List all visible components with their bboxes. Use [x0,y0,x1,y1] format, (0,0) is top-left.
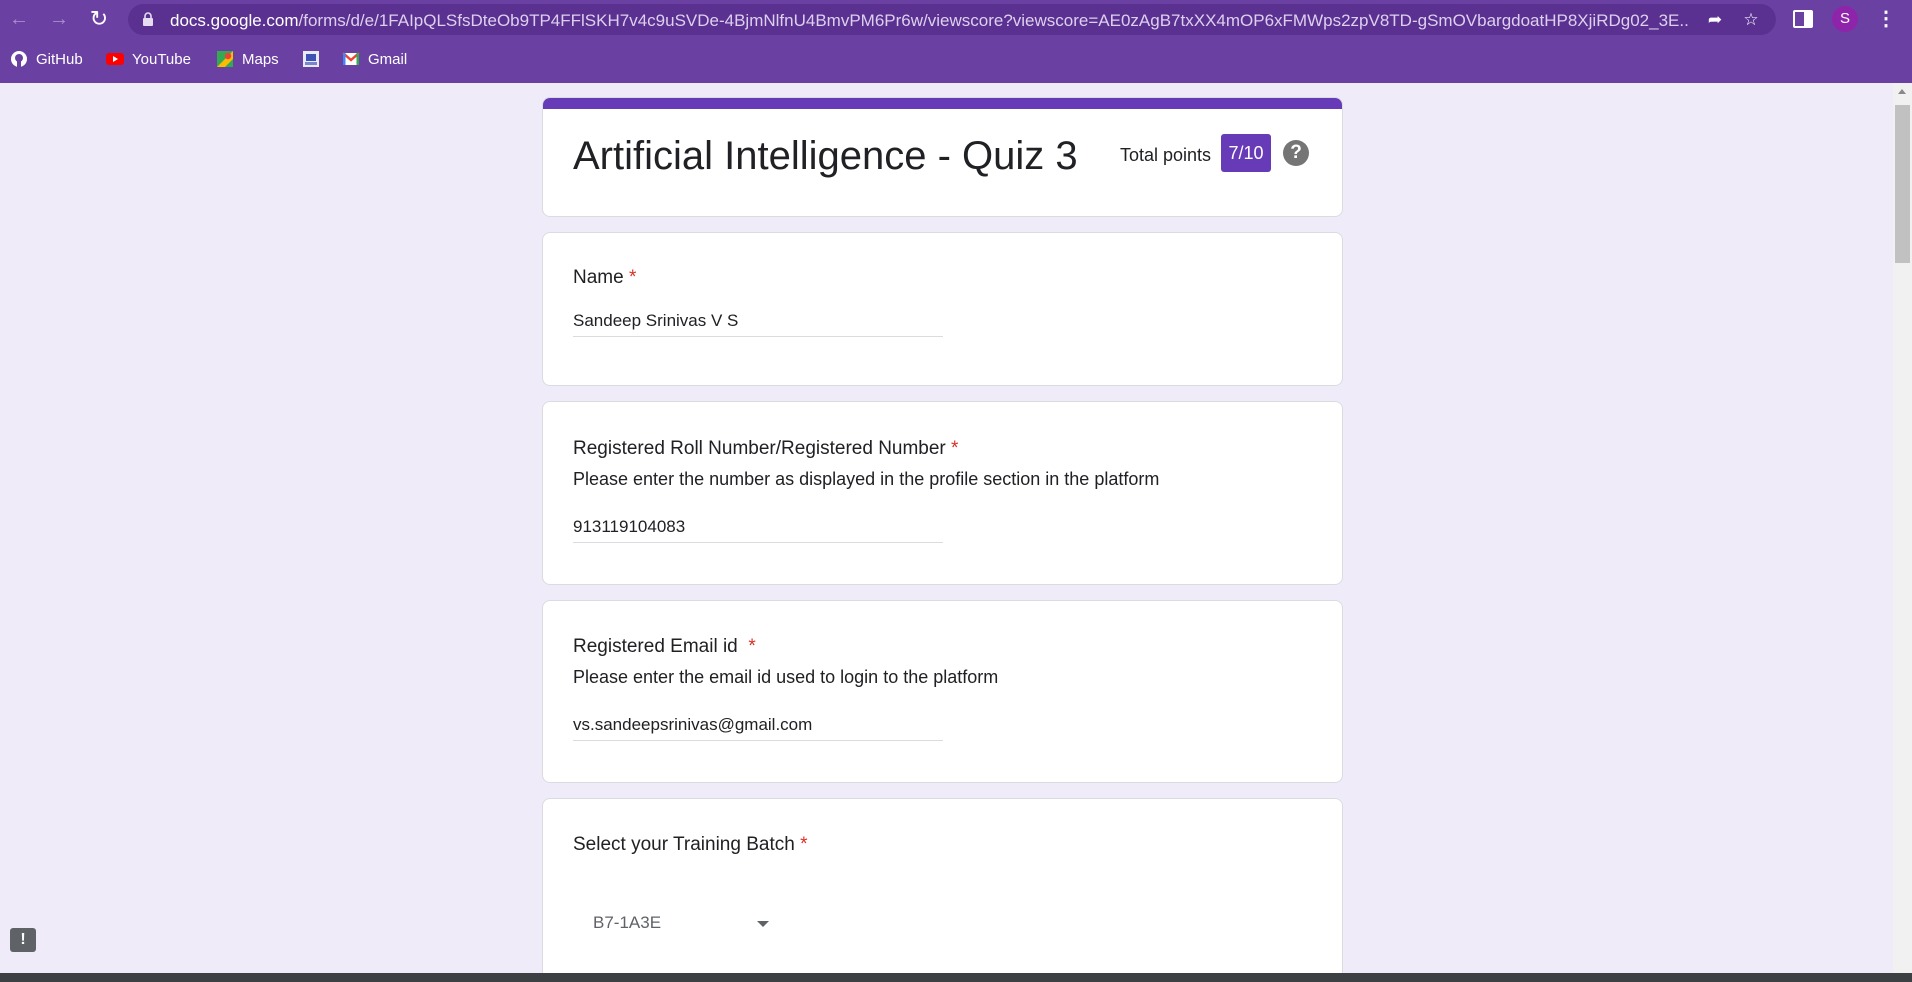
page-scrollbar[interactable] [1893,83,1912,973]
question-card-training-batch: Select your Training Batch * B7-1A3E [542,798,1343,982]
share-icon[interactable]: ➦ [1704,9,1726,31]
bookmark-github[interactable]: GitHub [10,48,83,70]
name-answer-field: Sandeep Srinivas V S [573,307,943,337]
question-card-roll-number: Registered Roll Number/Registered Number… [542,401,1343,585]
bookmark-site[interactable] [302,48,328,70]
address-bar[interactable]: docs.google.com/forms/d/e/1FAIpQLSfsDteO… [128,4,1776,35]
bookmark-youtube[interactable]: YouTube [106,48,191,70]
github-icon [11,51,27,67]
reload-icon[interactable]: ↻ [86,6,112,32]
header-accent-stripe [543,98,1342,109]
answer-text: vs.sandeepsrinivas@gmail.com [573,715,813,734]
back-arrow-icon[interactable]: ← [6,6,32,32]
required-asterisk: * [800,834,808,855]
help-icon[interactable]: ? [1283,140,1309,166]
report-feedback-icon[interactable]: ! [10,928,36,952]
score-badge: 7/10 [1221,134,1271,172]
question-description: Please enter the number as displayed in … [573,469,1160,489]
taskbar-edge [0,973,1912,982]
question-description: Please enter the email id used to login … [573,667,999,687]
form-title: Artificial Intelligence - Quiz 3 [573,134,1078,178]
form-header-card: Artificial Intelligence - Quiz 3 Total p… [542,97,1343,217]
question-card-email: Registered Email id * Please enter the e… [542,600,1343,783]
bookmark-gmail[interactable]: Gmail [342,48,407,70]
youtube-icon [106,53,124,65]
question-title: Name * [573,267,637,288]
roll-number-answer-field: 913119104083 [573,513,943,543]
lock-icon [143,12,153,26]
email-answer-field: vs.sandeepsrinivas@gmail.com [573,711,943,741]
required-asterisk: * [951,438,959,459]
scroll-up-arrow-icon[interactable] [1898,89,1906,94]
bookmarks-bar: GitHub YouTube Maps Gmail [0,38,1912,83]
gmail-icon [342,52,360,65]
site-icon [303,51,319,67]
forward-arrow-icon[interactable]: → [46,6,72,32]
total-points-label: Total points [1120,145,1212,165]
url-text: docs.google.com/forms/d/e/1FAIpQLSfsDteO… [170,11,1690,30]
side-panel-icon[interactable] [1792,8,1814,30]
question-title: Registered Email id * [573,636,756,657]
dropdown-selected-value: B7-1A3E [593,913,662,932]
question-title: Select your Training Batch * [573,834,808,855]
dropdown-arrow-icon [757,921,769,927]
question-card-name: Name * Sandeep Srinivas V S [542,232,1343,386]
answer-text: 913119104083 [573,517,686,536]
required-asterisk: * [748,636,756,657]
profile-avatar[interactable]: S [1832,6,1858,32]
scrollbar-thumb[interactable] [1895,105,1910,263]
answer-text: Sandeep Srinivas V S [573,311,739,330]
required-asterisk: * [628,267,637,288]
browser-toolbar: ← → ↻ docs.google.com/forms/d/e/1FAIpQLS… [0,0,1912,38]
bookmark-star-icon[interactable]: ☆ [1740,9,1762,31]
training-batch-dropdown[interactable]: B7-1A3E [573,899,773,949]
question-title: Registered Roll Number/Registered Number… [573,438,959,459]
maps-icon [217,51,233,67]
bookmark-maps[interactable]: Maps [216,48,279,70]
browser-menu-icon[interactable]: ⋮ [1876,6,1896,32]
